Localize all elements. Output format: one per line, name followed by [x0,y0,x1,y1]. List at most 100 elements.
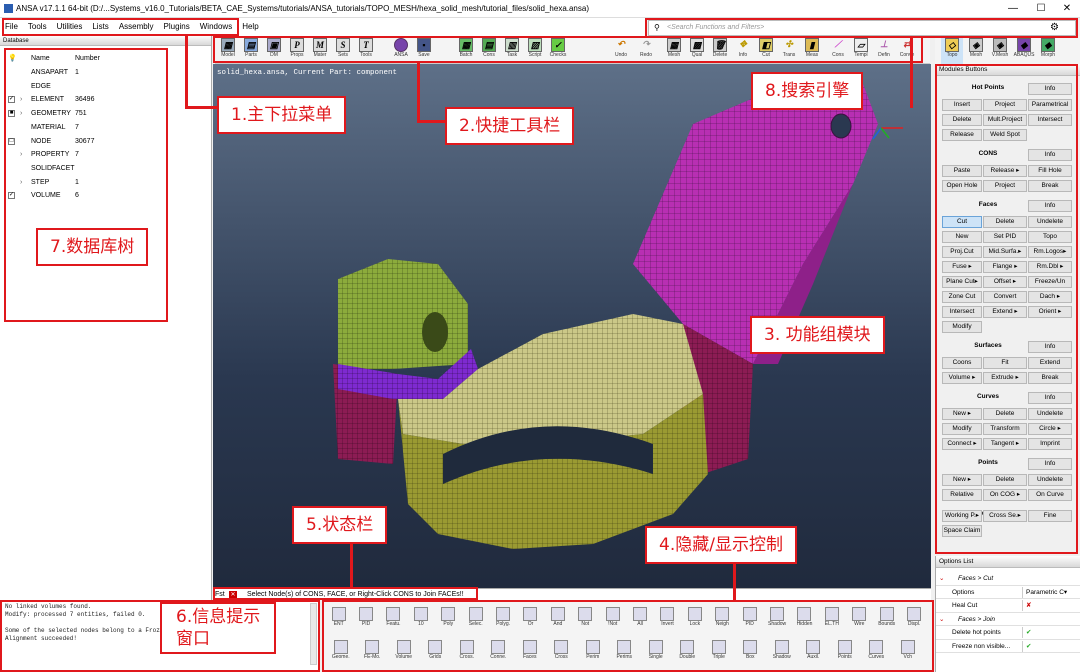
mesh-tool[interactable]: ▦ Mesh [663,36,685,64]
database-row[interactable]: EDGE [0,80,212,94]
module-button[interactable]: On Curve [1028,489,1072,501]
display-control-button[interactable]: Displ. [901,605,926,635]
module-button[interactable]: Weld Spot [983,129,1027,141]
module-section-title[interactable]: Faces [942,201,1034,208]
ansa-tool[interactable]: ANSA [390,36,412,64]
module-button[interactable]: Delete [983,408,1027,420]
module-button[interactable]: Relative [942,489,982,501]
close-icon[interactable]: ✕ [229,591,237,599]
module-button[interactable]: Info [1028,458,1072,470]
display-control-button[interactable]: Perim [578,638,608,668]
dm-tool[interactable]: ▣ DM [263,36,285,64]
display-control-button[interactable]: Poly [436,605,461,635]
module-button[interactable]: Extend [1028,357,1072,369]
module-button[interactable]: Info [1028,149,1072,161]
module-button[interactable]: Extend ▸ [983,306,1027,318]
menu-lists[interactable]: Lists [87,18,113,36]
module-button[interactable]: Coons [942,357,982,369]
display-control-button[interactable]: FE-Mo. [358,638,388,668]
module-button[interactable]: Circle ▸ [1028,423,1072,435]
module-button[interactable]: Volume ▸ [942,372,982,384]
model-tool[interactable]: ▦ Model [217,36,239,64]
display-control-button[interactable]: And [545,605,570,635]
maximize-button[interactable]: ☐ [1030,2,1052,16]
message-scrollbar[interactable] [310,603,317,665]
vmesh-module[interactable]: ◈ V.Mesh [989,36,1011,64]
tools-tool[interactable]: T Tools [355,36,377,64]
display-control-button[interactable]: Cross [547,638,577,668]
option-value[interactable]: ✔ [1022,640,1078,652]
display-control-button[interactable]: Lock [682,605,707,635]
display-control-button[interactable]: Auxil. [799,638,829,668]
option-value[interactable]: ✘ [1022,600,1078,611]
display-control-button[interactable]: Polyg. [490,605,515,635]
database-row[interactable]: □ NODE 30677 [0,135,212,149]
module-button[interactable]: Open Hole [942,180,982,192]
module-button[interactable]: Freeze/Un [1028,276,1072,288]
database-row[interactable]: › PROPERTY 7 [0,148,212,162]
row-checkbox[interactable]: ✓ [8,96,15,104]
menu-help[interactable]: Help [237,18,263,36]
module-section-title[interactable]: Hot Points [942,84,1034,91]
database-row[interactable]: › STEP 1 [0,176,212,190]
module-button[interactable]: Set PID [983,231,1027,243]
measure-tool[interactable]: ▮ Meas [801,36,823,64]
module-button[interactable]: Convert [983,291,1027,303]
display-control-button[interactable]: Single [641,638,671,668]
chevron-down-icon[interactable]: ⌄ [939,613,944,627]
cons-tool[interactable]: ⟋ Cons [827,36,849,64]
display-control-button[interactable]: Conne. [484,638,514,668]
module-button[interactable]: Info [1028,83,1072,95]
convert-tool[interactable]: ⇄ Conve [896,36,918,64]
module-button[interactable]: Intersect [1028,114,1072,126]
props-tool[interactable]: P Props [286,36,308,64]
expand-chevron-icon[interactable]: › [20,107,22,121]
display-control-button[interactable]: Neigh [710,605,735,635]
script-tool[interactable]: ▧ Script [524,36,546,64]
display-control-button[interactable]: Box [736,638,766,668]
menu-windows[interactable]: Windows [195,18,237,36]
display-control-button[interactable]: Or [518,605,543,635]
abaqus-module[interactable]: ◆ ABAQUS [1013,36,1035,64]
module-button[interactable]: Project [983,180,1027,192]
module-button[interactable]: Proj.Cut [942,246,982,258]
morph-module[interactable]: ◆ Morph [1037,36,1059,64]
option-row[interactable]: Freeze non visible... ✔ [936,640,1080,653]
display-control-button[interactable]: Shadow [764,605,789,635]
display-control-button[interactable]: PID [353,605,378,635]
module-button[interactable]: Rm.Dbl ▸ [1028,261,1072,273]
info-tool[interactable]: ✥ Info [732,36,754,64]
module-button[interactable]: Fit [983,357,1027,369]
expand-chevron-icon[interactable]: › [20,176,22,190]
database-row[interactable]: ■ › GEOMETRY 751 [0,107,212,121]
module-button[interactable]: Working P.▸ [942,510,982,522]
display-control-button[interactable]: Curves [862,638,892,668]
module-button[interactable]: Zone Cut [942,291,982,303]
display-control-button[interactable]: Geome. [326,638,356,668]
display-control-button[interactable]: Hidden [792,605,817,635]
display-control-button[interactable]: All [627,605,652,635]
display-control-button[interactable]: Wire [847,605,872,635]
module-button[interactable]: Undelete [1028,474,1072,486]
module-button[interactable]: Mult.Project [983,114,1027,126]
option-row[interactable]: Delete hot points ✔ [936,626,1080,640]
task-tool[interactable]: ▥ Task [501,36,523,64]
row-checkbox[interactable]: ✓ [8,192,15,200]
display-control-button[interactable]: Selec. [463,605,488,635]
module-button[interactable]: Project [983,99,1027,111]
module-button[interactable]: Delete [983,216,1027,228]
option-row[interactable]: ⌄ Faces > Cut [936,572,1080,586]
module-button[interactable]: Modify [942,423,982,435]
mater-tool[interactable]: M Mater [309,36,331,64]
display-control-button[interactable]: Shadow [767,638,797,668]
module-button[interactable]: Info [1028,392,1072,404]
module-button[interactable]: Cut [942,216,982,228]
module-button[interactable]: Break [1028,372,1072,384]
module-button[interactable]: Fill Hole [1028,165,1072,177]
checks-tool[interactable]: ✓ Checks [547,36,569,64]
module-section-title[interactable]: Curves [942,393,1034,400]
topo-module[interactable]: ◇ Topo [941,36,963,64]
module-button[interactable]: Insert [942,99,982,111]
minimize-button[interactable]: — [1002,2,1024,16]
module-button[interactable]: Dach ▸ [1028,291,1072,303]
